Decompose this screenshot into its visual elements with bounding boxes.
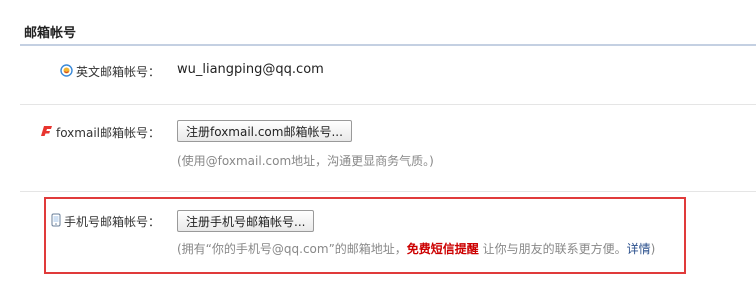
foxmail-hint: (使用@foxmail.com地址，沟通更显商务气质。) xyxy=(177,154,434,168)
english-account-label-group: 英文邮箱帐号： xyxy=(60,63,160,80)
foxmail-icon xyxy=(39,124,53,141)
foxmail-account-label-group: foxmail邮箱帐号： xyxy=(39,124,160,141)
highlight-box xyxy=(44,197,686,274)
qq-mail-icon xyxy=(60,63,73,80)
row-divider xyxy=(20,191,756,192)
title-divider xyxy=(20,44,756,46)
section-title: 邮箱帐号 xyxy=(24,26,77,41)
english-account-label: 英文邮箱帐号： xyxy=(75,65,160,79)
row-divider xyxy=(20,104,756,105)
english-account-value: wu_liangping@qq.com xyxy=(177,62,324,77)
foxmail-account-label: foxmail邮箱帐号： xyxy=(55,126,160,140)
register-foxmail-button[interactable]: 注册foxmail.com邮箱帐号... xyxy=(177,120,352,142)
